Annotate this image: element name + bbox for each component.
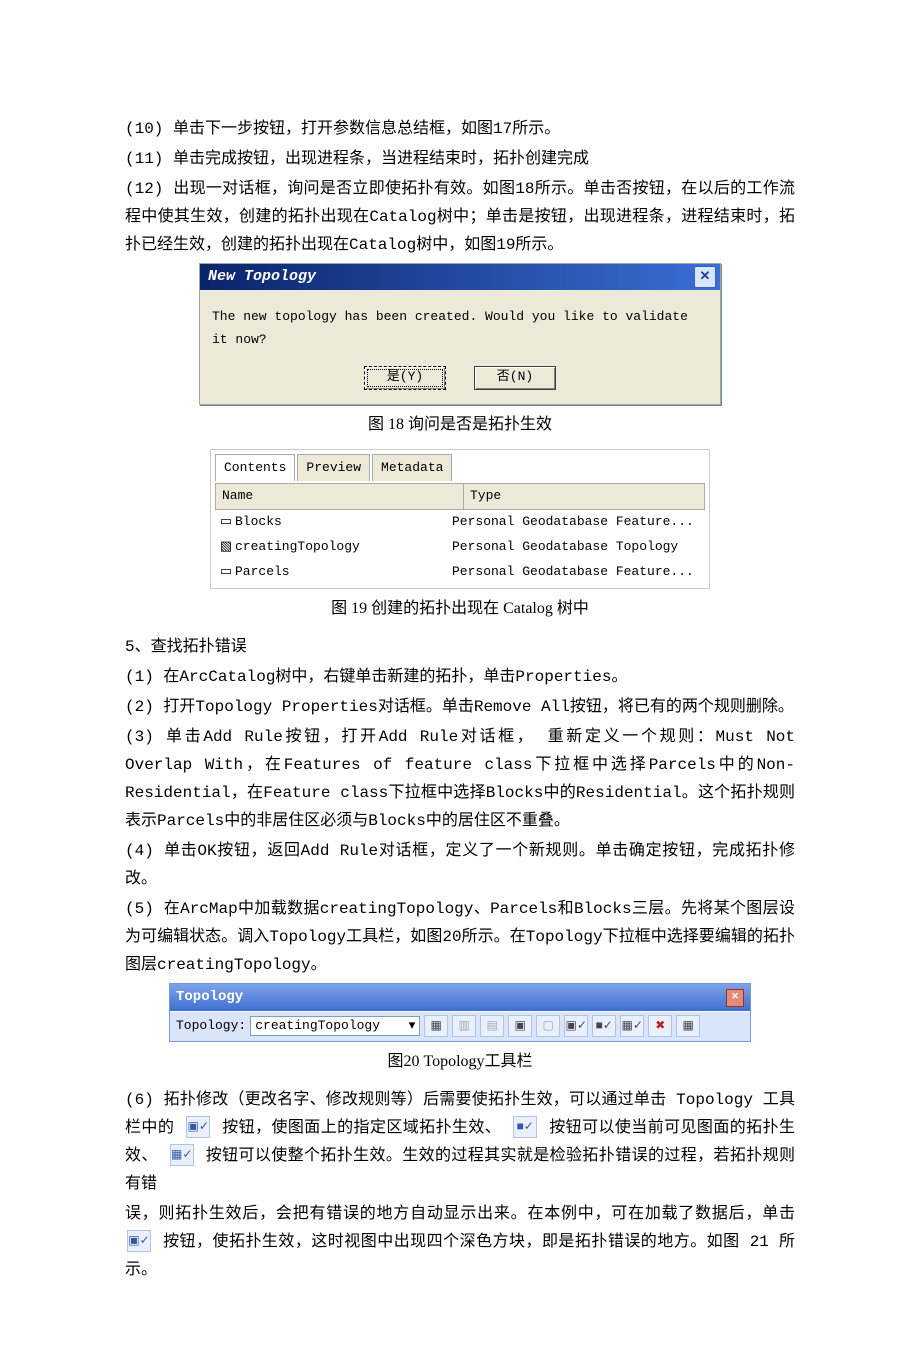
error-tool-icon[interactable]: ✖: [648, 1015, 672, 1037]
body-text: 误，则拓扑生效后，会把有错误的地方自动显示出来。在本例中，可在加载了数据后，单击…: [125, 1200, 795, 1284]
body-text: (1) 在ArcCatalog树中，右键单击新建的拓扑，单击Properties…: [125, 663, 795, 691]
tab-metadata[interactable]: Metadata: [372, 454, 452, 482]
row-type: Personal Geodatabase Feature...: [452, 561, 703, 584]
feature-icon: ▭: [217, 511, 235, 534]
body-text: (5) 在ArcMap中加载数据creatingTopology、Parcels…: [125, 895, 795, 979]
column-header-type: Type: [464, 484, 704, 509]
yes-button[interactable]: 是(Y): [364, 366, 446, 390]
dialog-new-topology: New Topology ✕ The new topology has been…: [199, 263, 721, 405]
topology-select[interactable]: creatingTopology ▾: [250, 1016, 420, 1036]
toolbar-title: Topology: [176, 985, 243, 1010]
catalog-panel: Contents Preview Metadata Name Type ▭Blo…: [210, 449, 710, 590]
toolbar-label: Topology:: [176, 1015, 246, 1038]
figure-caption: 图20 Topology工具栏: [125, 1048, 795, 1076]
catalog-row[interactable]: ▭Blocks Personal Geodatabase Feature...: [215, 510, 705, 535]
body-text: (2) 打开Topology Properties对话框。单击Remove Al…: [125, 693, 795, 721]
dialog-message: The new topology has been created. Would…: [200, 290, 720, 360]
tool-icon[interactable]: ▤: [480, 1015, 504, 1037]
validate-full-icon: ▦✓: [170, 1144, 194, 1166]
text-run: 按钮，使拓扑生效，这时视图中出现四个深色方块，即是拓扑错误的地方。如图 21 所…: [125, 1233, 795, 1279]
body-text: (12) 出现一对话框，询问是否立即使拓扑有效。如图18所示。单击否按钮，在以后…: [125, 175, 795, 259]
feature-icon: ▭: [217, 561, 235, 584]
row-name: creatingTopology: [235, 539, 360, 554]
close-icon[interactable]: ✕: [726, 989, 744, 1007]
validate-area-icon[interactable]: ▣✓: [564, 1015, 588, 1037]
catalog-header: Name Type: [215, 483, 705, 510]
tab-preview[interactable]: Preview: [297, 454, 370, 482]
catalog-row[interactable]: ▭Parcels Personal Geodatabase Feature...: [215, 560, 705, 585]
section-heading: 5、查找拓扑错误: [125, 633, 795, 661]
text-run: 误，则拓扑生效后，会把有错误的地方自动显示出来。在本例中，可在加载了数据后，单击: [125, 1205, 795, 1223]
validate-visible-icon: ■✓: [513, 1116, 537, 1138]
figure-caption: 图 18 询问是否是拓扑生效: [125, 411, 795, 439]
select-value: creatingTopology: [255, 1015, 380, 1038]
tool-icon[interactable]: ▣: [508, 1015, 532, 1037]
body-text: (4) 单击OK按钮，返回Add Rule对话框，定义了一个新规则。单击确定按钮…: [125, 837, 795, 893]
validate-visible-icon[interactable]: ■✓: [592, 1015, 616, 1037]
dialog-titlebar: New Topology ✕: [200, 264, 720, 290]
close-icon[interactable]: ✕: [694, 266, 716, 288]
tool-icon[interactable]: ▥: [452, 1015, 476, 1037]
chevron-down-icon: ▾: [409, 1015, 416, 1038]
row-type: Personal Geodatabase Topology: [452, 536, 703, 559]
catalog-row[interactable]: ▧creatingTopology Personal Geodatabase T…: [215, 535, 705, 560]
validate-full-icon[interactable]: ▦✓: [620, 1015, 644, 1037]
tool-icon[interactable]: ▦: [676, 1015, 700, 1037]
text-run: 按钮，使图面上的指定区域拓扑生效、: [222, 1119, 501, 1137]
body-text: (10) 单击下一步按钮，打开参数信息总结框，如图17所示。: [125, 115, 795, 143]
text-run: 按钮可以使整个拓扑生效。生效的过程其实就是检验拓扑错误的过程，若拓扑规则有错: [125, 1147, 795, 1193]
body-text: (11) 单击完成按钮，出现进程条，当进程结束时，拓扑创建完成: [125, 145, 795, 173]
validate-area-icon: ▣✓: [186, 1116, 210, 1138]
dialog-title: New Topology: [208, 264, 316, 290]
tool-icon[interactable]: ▦: [424, 1015, 448, 1037]
figure-caption: 图 19 创建的拓扑出现在 Catalog 树中: [125, 595, 795, 623]
no-button[interactable]: 否(N): [474, 366, 556, 390]
tab-contents[interactable]: Contents: [215, 454, 295, 482]
column-header-name: Name: [216, 484, 464, 509]
catalog-tabs: Contents Preview Metadata: [215, 454, 705, 482]
body-text: (3) 单击Add Rule按钮，打开Add Rule对话框， 重新定义一个规则…: [125, 723, 795, 835]
row-name: Blocks: [235, 514, 282, 529]
topology-icon: ▧: [217, 536, 235, 559]
validate-area-icon: ▣✓: [127, 1230, 151, 1252]
toolbar-titlebar: Topology ✕: [170, 984, 750, 1011]
row-name: Parcels: [235, 564, 290, 579]
tool-icon[interactable]: ▢: [536, 1015, 560, 1037]
row-type: Personal Geodatabase Feature...: [452, 511, 703, 534]
topology-toolbar: Topology ✕ Topology: creatingTopology ▾ …: [169, 983, 751, 1041]
body-text: (6) 拓扑修改（更改名字、修改规则等）后需要使拓扑生效，可以通过单击 Topo…: [125, 1086, 795, 1198]
